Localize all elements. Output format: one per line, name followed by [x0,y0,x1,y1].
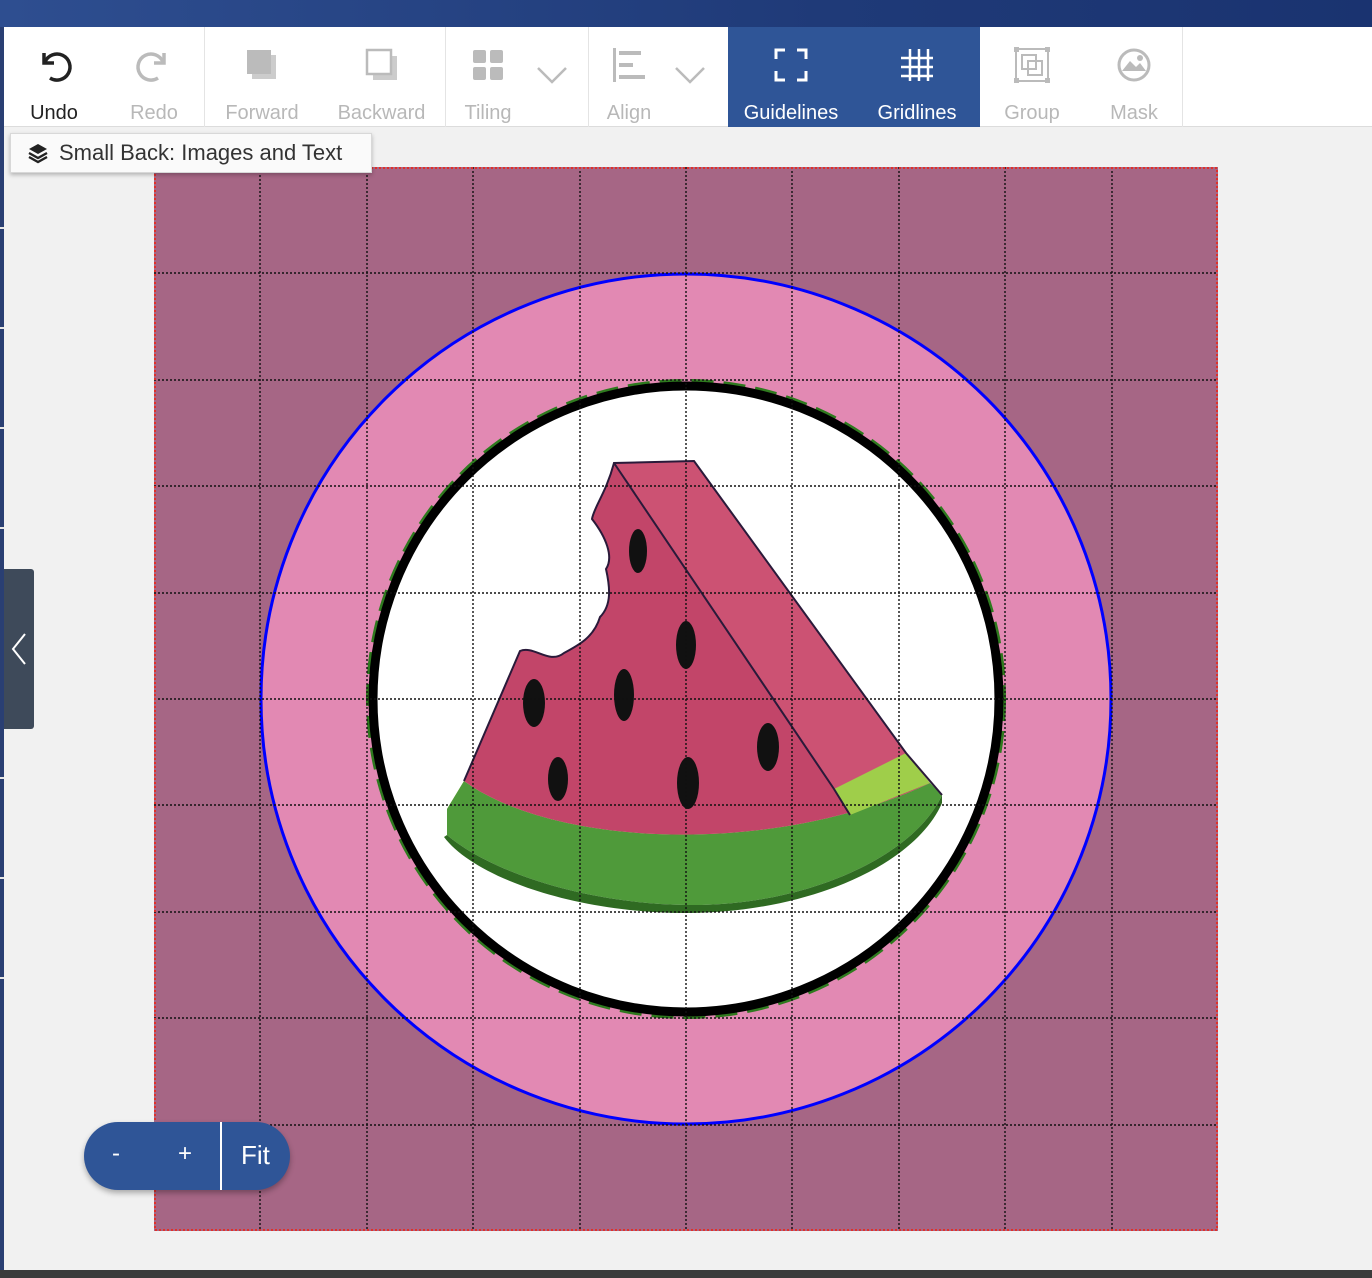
mask-icon [1116,27,1152,103]
group-button[interactable]: Group [980,27,1084,127]
forward-button[interactable]: Forward [205,27,319,127]
redo-button[interactable]: Redo [104,27,204,127]
redo-label: Redo [130,102,178,124]
zoom-controls: - + Fit [84,1122,290,1190]
tiling-button[interactable]: Tiling [446,27,530,127]
zoom-in-button[interactable]: + [178,1140,192,1168]
backward-label: Backward [337,102,426,124]
gridlines-label: Gridlines [877,102,957,124]
group-icon [1013,27,1051,103]
align-button[interactable]: Align [589,27,669,127]
ruler-tick [0,877,4,879]
redo-icon [134,27,174,103]
guidelines-button[interactable]: Guidelines [728,27,854,127]
guidelines-icon [773,27,809,103]
align-left-icon [611,27,647,103]
tiling-icon [471,27,505,103]
forward-label: Forward [225,102,299,124]
ruler-tick [0,227,4,229]
chevron-left-icon [11,633,26,665]
backward-button[interactable]: Backward [319,27,444,127]
ruler-tick [0,427,4,429]
ruler-tick [0,777,4,779]
align-dropdown-chevron-icon[interactable] [674,65,706,85]
layer-name-label: Small Back: Images and Text [59,140,343,165]
layer-name-badge[interactable]: Small Back: Images and Text [10,133,372,173]
window-top-bar [0,0,1372,27]
mask-label: Mask [1110,102,1158,124]
group-label: Group [1004,102,1060,124]
bottom-window-edge [0,1270,1372,1278]
mask-button[interactable]: Mask [1084,27,1184,127]
bring-forward-icon [244,27,280,103]
ruler-tick [0,327,4,329]
gridlines-icon [899,27,935,103]
zoom-fit-button[interactable]: Fit [241,1140,270,1171]
gridlines-button[interactable]: Gridlines [854,27,980,127]
side-panel-toggle[interactable] [4,569,34,729]
ruler-tick [0,527,4,529]
editor-toolbar: Undo Redo Forward Backward Tiling Align … [4,27,1372,127]
layers-icon [28,144,48,164]
undo-button[interactable]: Undo [4,27,104,127]
send-backward-icon [364,27,400,103]
design-canvas[interactable] [154,167,1218,1231]
undo-label: Undo [30,102,78,124]
tiling-dropdown-chevron-icon[interactable] [536,65,568,85]
tiling-label: Tiling [464,102,512,124]
zoom-divider [220,1122,222,1190]
undo-icon [34,27,74,103]
ruler-tick [0,977,4,979]
align-label: Align [606,102,652,124]
zoom-out-button[interactable]: - [112,1140,120,1168]
toolbar-separator [1182,27,1183,127]
guidelines-label: Guidelines [743,102,839,124]
